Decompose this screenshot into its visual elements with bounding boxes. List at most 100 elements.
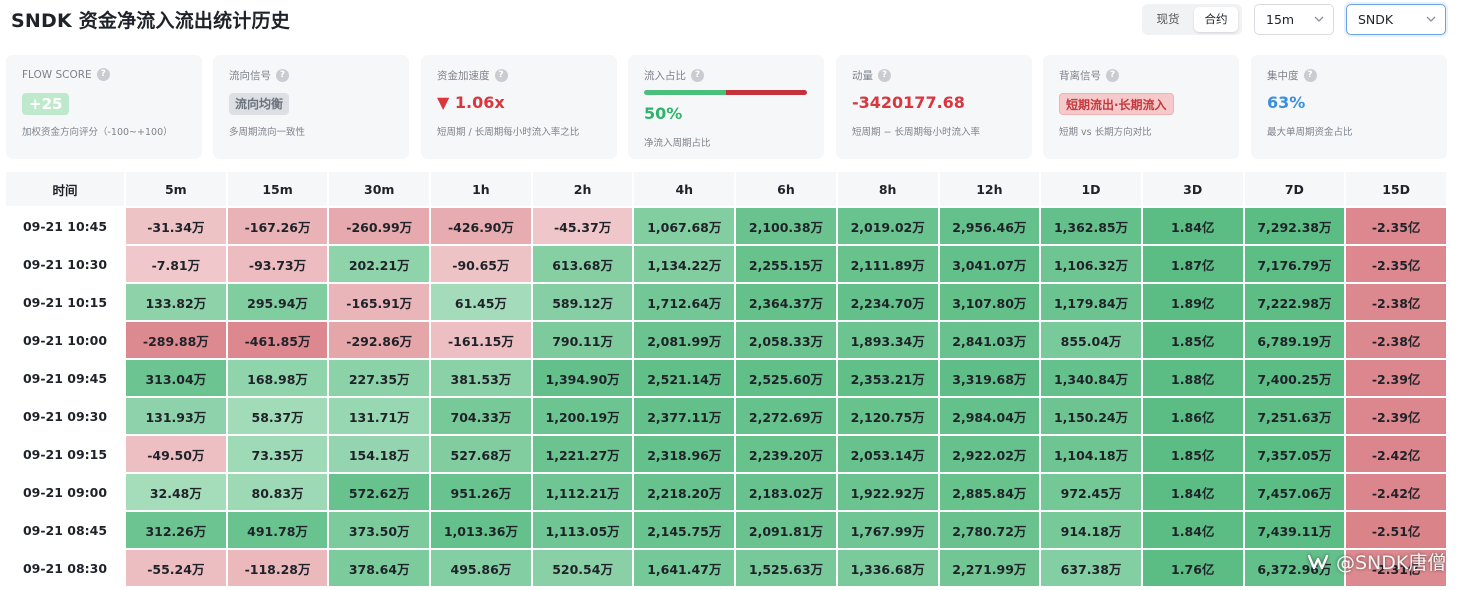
column-header-15d: 15D: [1346, 172, 1446, 206]
row-time: 09-21 08:45: [6, 512, 124, 548]
flow-cell: 2,353.21万: [837, 360, 938, 396]
row-time: 09-21 09:45: [6, 360, 124, 396]
flow-cell: 2,100.38万: [736, 208, 836, 244]
help-icon[interactable]: ?: [691, 69, 704, 82]
row-time: 09-21 10:15: [6, 284, 124, 320]
flow-signal-badge: 流向均衡: [229, 93, 290, 115]
column-header-1d: 1D: [1041, 172, 1141, 206]
flow-table: 时间 5m 15m 30m 1h 2h 4h 6h 8h 12h 1D 3D 7D 15D 09-21 1…: [4, 170, 1448, 588]
flow-cell: -90.65万: [431, 246, 531, 282]
flow-cell: 2,111.89万: [837, 246, 938, 282]
help-icon[interactable]: ?: [96, 68, 110, 81]
flow-cell: 2,377.11万: [634, 398, 735, 434]
flow-signal-label: 流向信号: [229, 70, 271, 82]
flow-cell: -260.99万: [329, 208, 430, 244]
watermark: @SNDK唐僧: [1306, 548, 1446, 575]
chevron-down-icon: [1314, 16, 1324, 22]
column-header-30m: 30m: [329, 172, 430, 206]
card-label: 背离信号 ?: [1059, 68, 1119, 83]
flow-cell: 1,712.64万: [634, 284, 735, 320]
flow-cell: 1,113.05万: [532, 512, 633, 548]
flow-cell: 972.45万: [1041, 474, 1141, 510]
help-icon[interactable]: ?: [1303, 69, 1317, 82]
column-header-time: 时间: [6, 172, 124, 206]
flow-cell: 1,394.90万: [532, 360, 633, 396]
flow-cell: 2,145.75万: [634, 512, 735, 548]
market-type-toggle: 现货 合约: [1142, 4, 1242, 35]
column-header-4h: 4h: [634, 172, 735, 206]
card-acceleration: 资金加速度 ? ▼ 1.06x 短周期 / 长周期每小时流入率之比: [421, 55, 617, 159]
flow-cell: -2.51亿: [1346, 512, 1446, 548]
table-row: 09-21 10:00 -289.88万 -461.85万 -292.86万 -161.…: [6, 322, 1446, 358]
flow-cell: 7,439.11万: [1244, 512, 1345, 548]
inflow-portion: [644, 90, 726, 95]
flow-cell: 58.37万: [227, 398, 328, 434]
flow-cell: 1.89亿: [1142, 284, 1243, 320]
flow-cell: 32.48万: [126, 474, 226, 510]
divergence-desc: 短期 vs 长期方向对比: [1059, 127, 1152, 138]
flow-cell: 2,234.70万: [837, 284, 938, 320]
flow-cell: -161.15万: [431, 322, 531, 358]
flow-cell: 2,841.03万: [939, 322, 1040, 358]
column-header-7d: 7D: [1244, 172, 1345, 206]
flow-cell: 1.87亿: [1142, 246, 1243, 282]
flow-cell: 1.85亿: [1142, 322, 1243, 358]
flow-cell: -49.50万: [126, 436, 226, 472]
flow-cell: 2,091.81万: [736, 512, 836, 548]
card-label: 资金加速度 ?: [437, 68, 508, 83]
column-header-15m: 15m: [227, 172, 328, 206]
flow-cell: -2.38亿: [1346, 284, 1446, 320]
flow-cell: 3,107.80万: [939, 284, 1040, 320]
row-time: 09-21 09:15: [6, 436, 124, 472]
flow-cell: 1,641.47万: [634, 550, 735, 586]
flow-cell: 7,457.06万: [1244, 474, 1345, 510]
flow-cell: 951.26万: [431, 474, 531, 510]
flow-cell: 227.35万: [329, 360, 430, 396]
flow-cell: 80.83万: [227, 474, 328, 510]
flow-cell: 2,525.60万: [736, 360, 836, 396]
interval-select[interactable]: 15m: [1254, 4, 1334, 35]
acceleration-value: 1.06x: [454, 93, 505, 112]
flow-cell: 1.85亿: [1142, 436, 1243, 472]
help-icon[interactable]: ?: [878, 69, 891, 82]
flow-cell: 572.62万: [329, 474, 430, 510]
flow-cell: 495.86万: [431, 550, 531, 586]
flow-score-badge: +25: [22, 93, 70, 115]
flow-cell: -426.90万: [431, 208, 531, 244]
flow-cell: 7,251.63万: [1244, 398, 1345, 434]
flow-cell: 1,200.19万: [532, 398, 633, 434]
flow-cell: -93.73万: [227, 246, 328, 282]
flow-cell: 61.45万: [431, 284, 531, 320]
flow-cell: 520.54万: [532, 550, 633, 586]
flow-cell: -461.85万: [227, 322, 328, 358]
row-time: 09-21 09:00: [6, 474, 124, 510]
acceleration-desc: 短周期 / 长周期每小时流入率之比: [437, 127, 580, 138]
flow-cell: -55.24万: [126, 550, 226, 586]
flow-cell: 1,525.63万: [736, 550, 836, 586]
table-row: 09-21 09:45 313.04万 168.98万 227.35万 381.53万 1…: [6, 360, 1446, 396]
help-icon[interactable]: ?: [494, 69, 508, 82]
flow-cell: 202.21万: [329, 246, 430, 282]
flow-cell: -2.35亿: [1346, 246, 1446, 282]
help-icon[interactable]: ?: [276, 69, 289, 82]
table-body: 09-21 10:45 -31.34万 -167.26万 -260.99万 -426.9…: [6, 208, 1446, 586]
flow-cell: 133.82万: [126, 284, 226, 320]
flow-cell: 855.04万: [1041, 322, 1141, 358]
flow-cell: 2,922.02万: [939, 436, 1040, 472]
help-icon[interactable]: ?: [1106, 69, 1119, 82]
flow-cell: 1,106.32万: [1041, 246, 1141, 282]
watermark-text: @SNDK唐僧: [1336, 552, 1447, 574]
table-row: 09-21 09:30 131.93万 58.37万 131.71万 704.33万 1,…: [6, 398, 1446, 434]
tab-spot[interactable]: 现货: [1146, 7, 1190, 32]
flow-cell: 1,150.24万: [1041, 398, 1141, 434]
flow-cell: 1.84亿: [1142, 208, 1243, 244]
down-arrow-icon: ▼: [437, 93, 450, 112]
tab-contract[interactable]: 合约: [1194, 7, 1238, 32]
row-time: 09-21 10:30: [6, 246, 124, 282]
card-label: 流向信号 ?: [229, 68, 289, 83]
flow-cell: 2,318.96万: [634, 436, 735, 472]
flow-cell: 1.88亿: [1142, 360, 1243, 396]
flow-cell: 1,362.85万: [1041, 208, 1141, 244]
inflow-ratio-desc: 净流入周期占比: [644, 138, 711, 149]
symbol-select[interactable]: SNDK: [1346, 4, 1446, 35]
